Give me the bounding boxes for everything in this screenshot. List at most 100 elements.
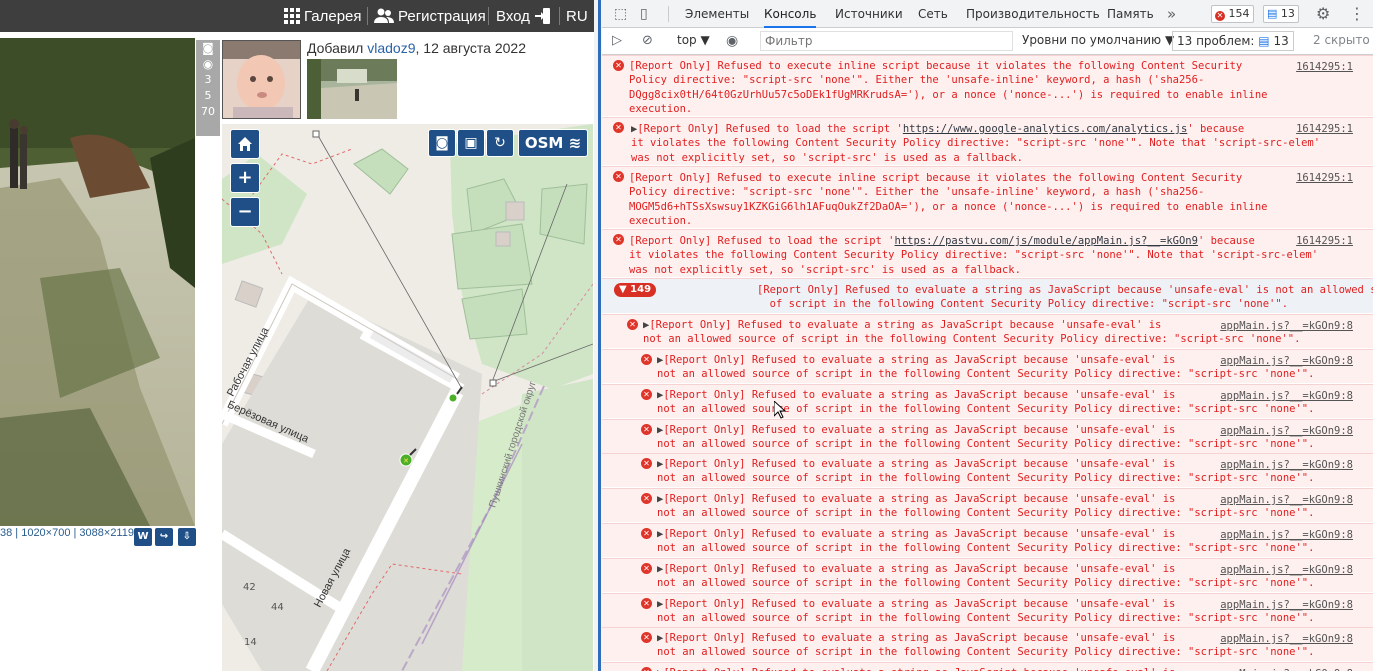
camera-icon[interactable]: ◙ <box>428 129 456 157</box>
console-error-message[interactable]: ✕ ▶[Report Only] Refused to evaluate a st… <box>602 662 1373 671</box>
hidden-count: 2 скрыто <box>1313 33 1370 47</box>
nav-language-label: RU <box>566 7 588 25</box>
grid-icon <box>284 8 300 24</box>
error-icon: ✕ <box>641 424 652 435</box>
tab-memory[interactable]: Память <box>1107 0 1154 28</box>
message-source-link[interactable]: 1614295:1 <box>1296 60 1353 74</box>
error-icon: ✕ <box>613 122 624 133</box>
console-error-message[interactable]: ✕ ▶[Report Only] Refused to evaluate a st… <box>602 523 1373 557</box>
svg-text:✕: ✕ <box>403 457 409 465</box>
log-levels-dropdown[interactable]: Уровни по умолчанию ▼ <box>1022 33 1174 47</box>
map[interactable]: ✕ Рабочая улица Берёзовая улица Новая ул… <box>222 124 593 671</box>
message-text: ▶[Report Only] Refused to evaluate a str… <box>657 424 1315 451</box>
context-selector[interactable]: top ▼ <box>677 33 710 47</box>
nav-language[interactable]: RU <box>566 0 588 32</box>
issues-count: 13 <box>1273 34 1289 48</box>
message-source-link[interactable]: appMain.js?__=kGOn9:8 <box>1220 563 1353 577</box>
more-options-icon[interactable]: ⋮ <box>1349 0 1365 28</box>
error-icon: ✕ <box>641 354 652 365</box>
message-source-link[interactable]: appMain.js?__=kGOn9:8 <box>1220 458 1353 472</box>
error-icon: ✕ <box>641 493 652 504</box>
error-icon: ✕ <box>641 667 652 671</box>
console-error-message[interactable]: ✕ ▶[Report Only] Refused to evaluate a st… <box>602 453 1373 487</box>
avatar-image <box>223 41 300 118</box>
message-source-link[interactable]: appMain.js?__=kGOn9:8 <box>1220 632 1353 646</box>
photo-thumbnail[interactable] <box>307 59 397 119</box>
house-number: 42 <box>243 582 256 593</box>
console-error-message[interactable]: ✕ [Report Only] Refused to execute inlin… <box>602 166 1373 228</box>
tab-performance[interactable]: Производительность <box>966 0 1100 28</box>
console-message-group[interactable]: ▼ 149 [Report Only] Refused to evaluate … <box>602 278 1373 313</box>
message-count-badge[interactable]: ▤ 13 <box>1263 5 1299 23</box>
tab-network[interactable]: Сеть <box>918 0 948 28</box>
console-error-message[interactable]: ✕ ▶[Report Only] Refused to evaluate a st… <box>602 488 1373 522</box>
more-tabs-icon[interactable]: » <box>1167 0 1176 28</box>
message-text: [Report Only] Refused to execute inline … <box>629 172 1268 227</box>
eye-icon: ◉ <box>202 57 214 71</box>
message-source-link[interactable]: appMain.js?__=kGOn9:8 <box>1220 389 1353 403</box>
console-error-message[interactable]: ✕ [Report Only] Refused to load the scri… <box>602 229 1373 277</box>
download-icon[interactable]: ⇩ <box>178 528 196 546</box>
error-icon: ✕ <box>641 389 652 400</box>
clear-console-icon[interactable]: ⊘ <box>642 27 653 55</box>
house-number: 44 <box>271 602 284 613</box>
wiki-button[interactable]: W <box>134 528 152 546</box>
message-source-link[interactable]: appMain.js?__=kGOn9:8 <box>1220 528 1353 542</box>
nav-register[interactable]: Регистрация <box>374 0 486 32</box>
error-count-badge[interactable]: ✕ 154 <box>1211 5 1254 23</box>
context-label: top <box>677 33 697 47</box>
tab-elements[interactable]: Элементы <box>685 0 749 28</box>
message-source-link[interactable]: 1614295:1 <box>1296 171 1353 185</box>
layers-icon: ≋ <box>568 134 582 152</box>
panel-divider[interactable] <box>594 0 602 671</box>
error-count: 154 <box>1228 7 1250 20</box>
message-source-link[interactable]: appMain.js?__=kGOn9:8 <box>1220 667 1353 671</box>
screen: Галерея Регистрация Вход RU ◙ ◉ 3 5 70 3… <box>0 0 1373 671</box>
console-error-message[interactable]: ✕ ▶[Report Only] Refused to evaluate a st… <box>602 314 1373 348</box>
error-icon: ✕ <box>1215 11 1225 21</box>
console-error-message[interactable]: ✕ ▶[Report Only] Refused to evaluate a st… <box>602 419 1373 453</box>
message-icon: ▤ <box>1258 34 1270 48</box>
message-source-link[interactable]: 1614295:1 <box>1296 122 1353 136</box>
tab-console[interactable]: Консоль <box>764 0 817 28</box>
avatar[interactable] <box>222 40 301 119</box>
author-line: Добавил vladoz9, 12 августа 2022 <box>307 40 526 56</box>
console-error-message[interactable]: ✕ ▶[Report Only] Refused to evaluate a st… <box>602 627 1373 661</box>
share-icon[interactable]: ↪ <box>155 528 173 546</box>
issues-button[interactable]: 13 проблем: ▤ 13 <box>1172 31 1294 51</box>
refresh-icon[interactable]: ↻ <box>486 129 514 157</box>
map-layer-button[interactable]: OSM ≋ <box>518 129 588 157</box>
inspect-icon[interactable]: ⬚ <box>614 0 627 28</box>
message-source-link[interactable]: appMain.js?__=kGOn9:8 <box>1220 598 1353 612</box>
message-text: ▶[Report Only] Refused to load the scrip… <box>631 123 1321 164</box>
message-source-link[interactable]: appMain.js?__=kGOn9:8 <box>1220 424 1353 438</box>
settings-gear-icon[interactable]: ⚙ <box>1316 0 1330 28</box>
main-photo[interactable] <box>0 38 195 526</box>
console-error-message[interactable]: ✕ ▶[Report Only] Refused to evaluate a st… <box>602 384 1373 418</box>
message-source-link[interactable]: appMain.js?__=kGOn9:8 <box>1220 319 1353 333</box>
device-toolbar-icon[interactable]: ▯ <box>640 0 648 28</box>
console-error-message[interactable]: ✕ ▶[Report Only] Refused to evaluate a st… <box>602 349 1373 383</box>
zoom-in-button[interactable]: + <box>230 163 260 193</box>
message-text: [Report Only] Refused to load the script… <box>629 235 1319 276</box>
home-button[interactable] <box>230 129 260 159</box>
zoom-out-button[interactable]: − <box>230 197 260 227</box>
sidebar-toggle-icon[interactable]: ▷ <box>612 27 622 55</box>
message-source-link[interactable]: appMain.js?__=kGOn9:8 <box>1220 493 1353 507</box>
home-icon <box>238 137 252 151</box>
console-error-message[interactable]: ✕ ▶[Report Only] Refused to load the scr… <box>602 117 1373 165</box>
message-source-link[interactable]: 1614295:1 <box>1296 234 1353 248</box>
console-error-message[interactable]: ✕ [Report Only] Refused to execute inlin… <box>602 55 1373 116</box>
console-error-message[interactable]: ✕ ▶[Report Only] Refused to evaluate a st… <box>602 593 1373 627</box>
console-filter-input[interactable] <box>760 31 1013 51</box>
console-error-message[interactable]: ✕ ▶[Report Only] Refused to evaluate a st… <box>602 558 1373 592</box>
nav-login[interactable]: Вход <box>496 0 552 32</box>
error-icon: ✕ <box>641 632 652 643</box>
image-icon[interactable]: ▣ <box>457 129 485 157</box>
nav-gallery[interactable]: Галерея <box>284 0 362 32</box>
stat-value: 5 <box>204 89 212 102</box>
message-source-link[interactable]: appMain.js?__=kGOn9:8 <box>1220 354 1353 368</box>
eye-icon[interactable]: ◉ <box>726 27 738 55</box>
tab-sources[interactable]: Источники <box>835 0 903 28</box>
author-username-link[interactable]: vladoz9 <box>367 40 415 56</box>
